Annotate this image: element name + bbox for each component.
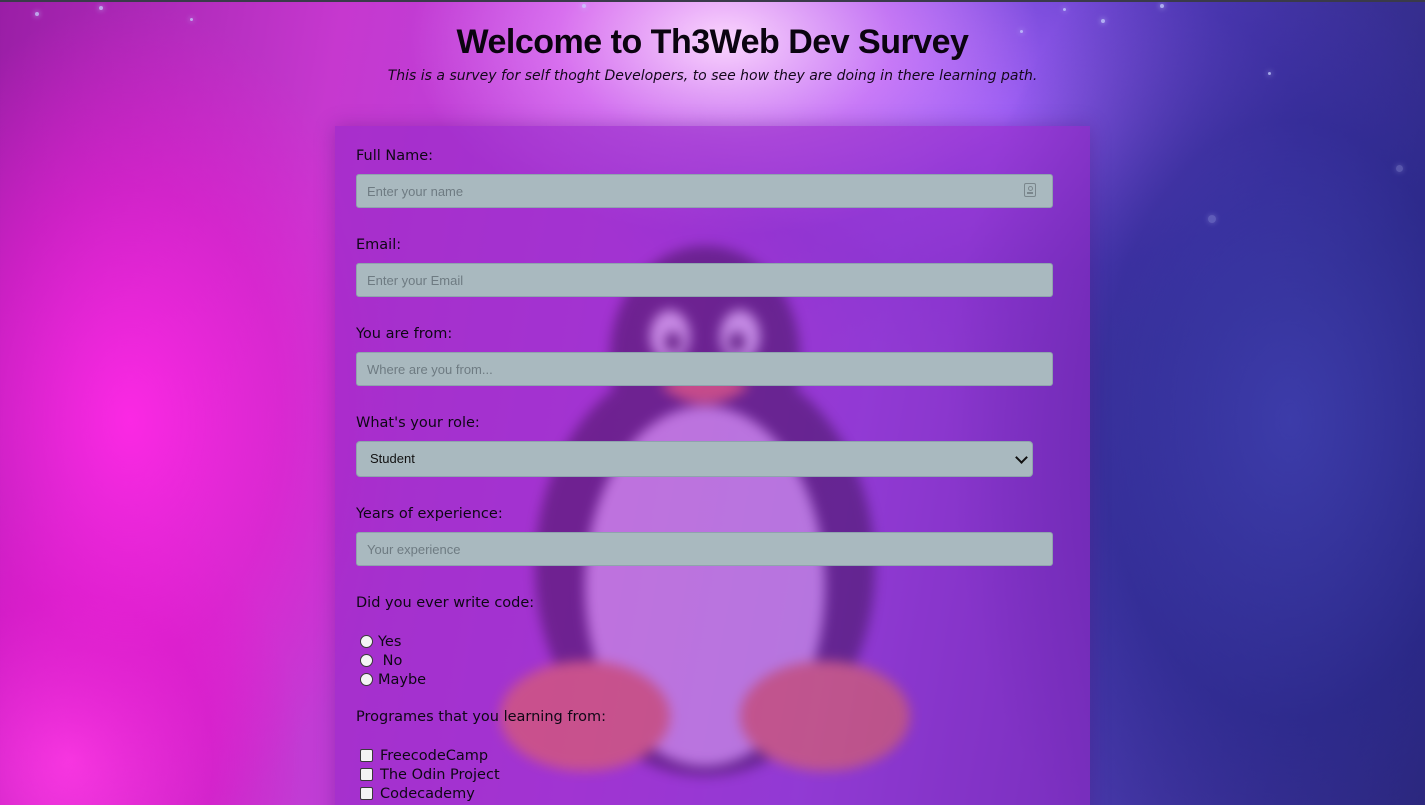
- role-label: What's your role:: [356, 415, 480, 431]
- survey-header: Welcome to Th3Web Dev Survey This is a s…: [0, 0, 1425, 84]
- checkbox-option-label: The Odin Project: [380, 766, 500, 783]
- page-description: This is a survey for self thoght Develop…: [387, 68, 1038, 84]
- experience-field-group: Years of experience:: [356, 506, 503, 522]
- radio-button[interactable]: [360, 654, 373, 667]
- role-dropdown[interactable]: Student: [356, 441, 1033, 477]
- name-input[interactable]: [356, 174, 1053, 208]
- radio-option-label: Yes: [378, 633, 402, 650]
- email-label: Email:: [356, 237, 402, 253]
- radio-option-label: Maybe: [378, 671, 427, 688]
- radio-option-yes[interactable]: Yes: [360, 632, 401, 651]
- contact-card-icon[interactable]: [1024, 183, 1036, 197]
- tux-penguin-watermark: [500, 246, 910, 776]
- checkbox-option-freecodecamp[interactable]: FreecodeCamp: [360, 746, 488, 765]
- radio-button[interactable]: [360, 635, 373, 648]
- programs-field-group: Programes that you learning from:: [356, 709, 606, 725]
- wrote-code-field-group: Did you ever write code:: [356, 595, 534, 611]
- email-input[interactable]: [356, 263, 1053, 297]
- name-field-group: Full Name:: [356, 148, 433, 164]
- radio-button[interactable]: [360, 673, 373, 686]
- experience-label: Years of experience:: [356, 506, 503, 522]
- location-label: You are from:: [356, 326, 453, 342]
- checkbox[interactable]: [360, 749, 373, 762]
- checkbox-option-label: Codecademy: [380, 785, 475, 802]
- checkbox-option-label: FreecodeCamp: [380, 747, 489, 764]
- radio-option-maybe[interactable]: Maybe: [360, 670, 426, 689]
- experience-input[interactable]: [356, 532, 1053, 566]
- location-input[interactable]: [356, 352, 1053, 386]
- checkbox[interactable]: [360, 768, 373, 781]
- checkbox[interactable]: [360, 787, 373, 800]
- checkbox-option-codecademy[interactable]: Codecademy: [360, 784, 475, 803]
- name-label: Full Name:: [356, 148, 434, 164]
- survey-form: Full Name: Email: You are from: What's y…: [335, 126, 1090, 805]
- role-selected-value: Student: [370, 451, 415, 466]
- checkbox-option-odin-project[interactable]: The Odin Project: [360, 765, 500, 784]
- radio-option-no[interactable]: No: [360, 651, 402, 670]
- role-field-group: What's your role:: [356, 415, 480, 431]
- radio-option-label: No: [378, 652, 403, 669]
- email-field-group: Email:: [356, 237, 401, 253]
- chevron-down-icon: [1015, 451, 1028, 464]
- page-title: Welcome to Th3Web Dev Survey: [456, 23, 969, 61]
- programs-label: Programes that you learning from:: [356, 709, 606, 725]
- wrote-code-label: Did you ever write code:: [356, 595, 535, 611]
- location-field-group: You are from:: [356, 326, 452, 342]
